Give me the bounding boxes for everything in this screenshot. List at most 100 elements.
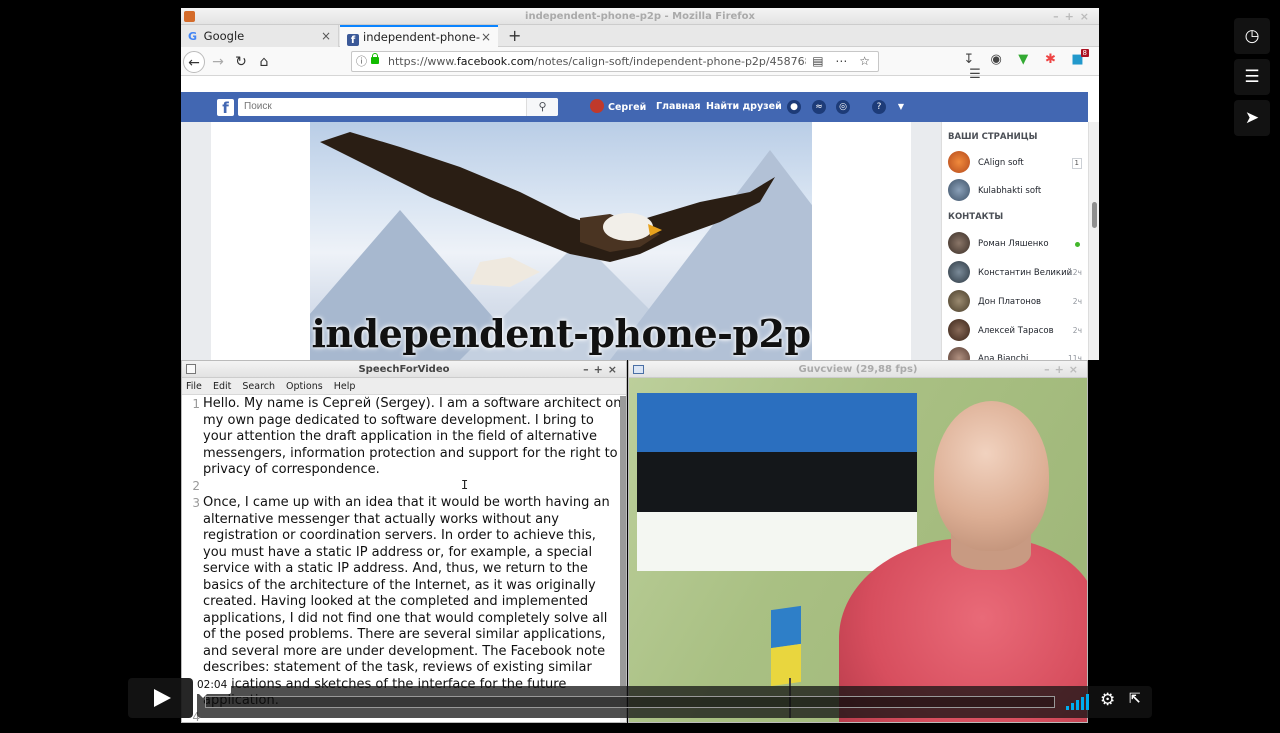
line-number: 2 bbox=[192, 479, 200, 493]
pages-heading: ВАШИ СТРАНИЦЫ bbox=[948, 132, 1038, 142]
image-caption: independent-phone-p2p bbox=[311, 311, 811, 356]
eagle-icon bbox=[320, 132, 775, 287]
lock-icon[interactable] bbox=[371, 53, 379, 64]
contacts-heading: КОНТАКТЫ bbox=[948, 212, 1004, 222]
google-favicon-icon: G bbox=[188, 30, 198, 43]
reload-icon[interactable]: ↻ bbox=[230, 51, 252, 73]
page-item[interactable]: CAlign soft 1 bbox=[948, 151, 1084, 175]
menu-help[interactable]: Help bbox=[334, 381, 356, 392]
guvcview-title: Guvcview (29,88 fps) bbox=[798, 364, 918, 375]
scrollbar-thumb[interactable] bbox=[1092, 202, 1097, 228]
time-tooltip: 02:04 bbox=[193, 676, 232, 698]
dropdown-caret-icon[interactable]: ▼ bbox=[894, 100, 908, 114]
messenger-icon[interactable]: ≈ bbox=[812, 100, 826, 114]
home-icon[interactable]: ⌂ bbox=[253, 51, 275, 73]
tab-close-icon[interactable]: × bbox=[481, 27, 491, 47]
editor-app-icon bbox=[186, 364, 196, 374]
contact-name: Константин Великий bbox=[978, 268, 1073, 278]
tab-strip: G Google × findependent-phone-p2p × + bbox=[181, 25, 1099, 64]
facebook-logo-icon[interactable]: f bbox=[217, 99, 234, 117]
facebook-header: f ⚲ Сергей Главная Найти друзей ● ≈ ◎ ? … bbox=[181, 92, 1088, 122]
scrollbar-thumb[interactable] bbox=[620, 396, 626, 686]
contact-item[interactable]: Дон Платонов 2ч bbox=[948, 290, 1084, 314]
new-tab-plus-icon[interactable]: + bbox=[508, 25, 521, 47]
help-icon[interactable]: ? bbox=[872, 100, 886, 114]
url-actions: ▤ ⋯ ☆ bbox=[806, 52, 874, 71]
page-name: Kulabhakti soft bbox=[978, 186, 1042, 196]
fullscreen-icon[interactable]: ⇱ bbox=[1129, 691, 1141, 707]
notifications-globe-icon[interactable]: ◎ bbox=[836, 100, 850, 114]
toolbar-right: ↧ ◉ ▼ ✱ ■ 8 ☰ bbox=[959, 49, 1099, 82]
url-bar[interactable]: ⓘ https://www.facebook.com/notes/calign-… bbox=[351, 51, 879, 72]
volume-bars-icon[interactable] bbox=[1066, 694, 1092, 710]
guvcview-window: Guvcview (29,88 fps) –+× bbox=[628, 360, 1088, 723]
search-icon[interactable]: ⚲ bbox=[526, 98, 558, 116]
avatar bbox=[948, 179, 970, 201]
url-domain: facebook.com bbox=[456, 55, 535, 68]
facebook-search-input[interactable] bbox=[238, 98, 558, 116]
hamburger-menu-icon[interactable]: ☰ bbox=[965, 67, 985, 82]
nav-find-friends-link[interactable]: Найти друзей bbox=[706, 99, 782, 115]
window-controls[interactable]: –+× bbox=[1053, 8, 1095, 25]
contact-name: Ana Bianchi bbox=[978, 354, 1029, 360]
firefox-window: independent-phone-p2p - Mozilla Firefox … bbox=[181, 8, 1099, 360]
bookmark-star-icon[interactable]: ☆ bbox=[859, 54, 874, 68]
profile-link[interactable]: Сергей bbox=[590, 99, 646, 116]
contact-item[interactable]: Константин Великий 12ч bbox=[948, 261, 1084, 285]
menu-options[interactable]: Options bbox=[286, 381, 323, 392]
editor-menubar: File Edit Search Options Help bbox=[182, 378, 626, 395]
speechforvideo-window: SpeechForVideo –+× File Edit Search Opti… bbox=[181, 360, 627, 723]
tab-google-label: Google bbox=[203, 29, 245, 43]
contact-item[interactable]: Алексей Тарасов 2ч bbox=[948, 319, 1084, 343]
page-name: CAlign soft bbox=[978, 158, 1024, 168]
player-side-buttons: ◷ ☰ ➤ bbox=[1234, 18, 1270, 141]
tab-google[interactable]: G Google × bbox=[181, 25, 339, 47]
window-controls[interactable]: –+× bbox=[583, 361, 622, 378]
editor-text-area[interactable]: 1 2 3 4 Hello. My name is Сергей (Sergey… bbox=[182, 396, 622, 722]
guvcview-app-icon bbox=[633, 365, 644, 374]
editor-title: SpeechForVideo bbox=[358, 364, 450, 375]
nav-home-link[interactable]: Главная bbox=[656, 99, 701, 115]
back-arrow-icon[interactable]: ← bbox=[183, 51, 205, 73]
avatar bbox=[948, 151, 970, 173]
play-button[interactable] bbox=[128, 678, 193, 718]
watch-later-clock-icon[interactable]: ◷ bbox=[1234, 18, 1270, 54]
tab-facebook-note[interactable]: findependent-phone-p2p × bbox=[340, 25, 498, 64]
page-item[interactable]: Kulabhakti soft bbox=[948, 179, 1084, 203]
menu-edit[interactable]: Edit bbox=[213, 381, 231, 392]
downloads-icon[interactable]: ↧ bbox=[959, 52, 979, 67]
note-cover-image: independent-phone-p2p bbox=[310, 122, 812, 360]
window-title: independent-phone-p2p - Mozilla Firefox bbox=[525, 11, 755, 22]
share-paper-plane-icon[interactable]: ➤ bbox=[1234, 100, 1270, 136]
seek-bar[interactable] bbox=[205, 696, 1055, 708]
reader-view-icon[interactable]: ▤ bbox=[812, 54, 827, 68]
window-controls[interactable]: –+× bbox=[1044, 361, 1083, 378]
menu-file[interactable]: File bbox=[186, 381, 202, 392]
collections-layers-icon[interactable]: ☰ bbox=[1234, 59, 1270, 95]
menu-search[interactable]: Search bbox=[242, 381, 275, 392]
person-head bbox=[934, 401, 1049, 551]
extension-green-icon[interactable]: ▼ bbox=[1013, 52, 1033, 67]
page-actions-icon[interactable]: ⋯ bbox=[835, 54, 851, 68]
paragraph: Once, I came up with an idea that it wou… bbox=[203, 495, 610, 708]
friend-requests-icon[interactable]: ● bbox=[787, 100, 801, 114]
page-badge: 1 bbox=[1071, 158, 1082, 169]
avatar bbox=[948, 290, 970, 312]
last-active: 12ч bbox=[1068, 268, 1082, 277]
settings-gear-icon[interactable]: ⚙ bbox=[1100, 690, 1115, 710]
editor-scrollbar[interactable] bbox=[620, 396, 626, 722]
url-prefix: https://www. bbox=[388, 55, 457, 68]
contact-item[interactable]: Роман Ляшенко bbox=[948, 232, 1084, 256]
site-info-icon[interactable]: ⓘ bbox=[356, 52, 367, 71]
tab-close-icon[interactable]: × bbox=[321, 25, 331, 47]
forward-arrow-icon[interactable]: → bbox=[207, 51, 229, 73]
extension-color-icon[interactable]: ✱ bbox=[1040, 52, 1060, 67]
contact-item[interactable]: Ana Bianchi 11ч bbox=[948, 347, 1084, 360]
extension-icon[interactable]: ◉ bbox=[986, 52, 1006, 67]
page-scrollbar[interactable] bbox=[1088, 122, 1099, 360]
paragraph: Hello. My name is Сергей (Sergey). I am … bbox=[203, 396, 622, 477]
editor-titlebar: SpeechForVideo –+× bbox=[182, 361, 626, 378]
webcam-preview bbox=[629, 378, 1087, 722]
avatar bbox=[948, 261, 970, 283]
contact-name: Алексей Тарасов bbox=[978, 326, 1054, 336]
